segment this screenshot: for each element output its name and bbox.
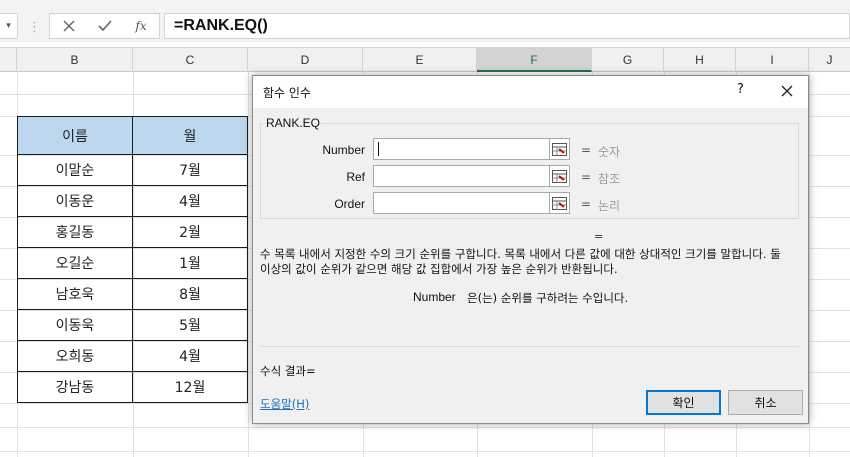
range-select-icon[interactable] (549, 192, 570, 214)
column-header-b[interactable]: B (17, 48, 133, 72)
header-name[interactable]: 이름 (17, 116, 133, 155)
column-header-g[interactable]: G (592, 48, 664, 72)
formula-bar: ▾ ⋮ fx =RANK.EQ() (0, 0, 850, 42)
ref-label: Ref (346, 170, 365, 184)
month-cell[interactable]: 7월 (132, 154, 248, 186)
column-header-f[interactable]: F (477, 48, 592, 72)
function-arguments-dialog: 함수 인수 ? RANK.EQ Number = 숫자 Ref = 참조 Ord… (252, 75, 809, 424)
table-row: 이동욱 5월 (17, 309, 248, 341)
table-row: 남호욱 8월 (17, 278, 248, 310)
month-cell[interactable]: 4월 (132, 340, 248, 372)
column-header-h[interactable]: H (664, 48, 736, 72)
enter-icon[interactable] (90, 14, 120, 38)
argument-description-name: Number (413, 290, 456, 304)
dialog-titlebar[interactable]: 함수 인수 ? (253, 76, 808, 108)
formula-result: 수식 결과= (260, 364, 316, 378)
column-header-e[interactable]: E (363, 48, 477, 72)
formula-input[interactable]: =RANK.EQ() (164, 13, 850, 39)
number-label: Number (322, 143, 365, 157)
month-cell[interactable]: 4월 (132, 185, 248, 217)
column-header-c[interactable]: C (133, 48, 248, 72)
number-input[interactable] (373, 138, 551, 160)
function-name-label: RANK.EQ (265, 116, 322, 130)
number-equals: = (581, 143, 592, 157)
text-caret (378, 142, 379, 156)
close-icon[interactable] (776, 81, 798, 101)
name-cell[interactable]: 남호욱 (17, 278, 133, 310)
month-cell[interactable]: 5월 (132, 309, 248, 341)
cancel-icon[interactable] (54, 14, 84, 38)
column-header-d[interactable]: D (248, 48, 363, 72)
name-cell[interactable]: 오희동 (17, 340, 133, 372)
help-button[interactable]: ? (737, 82, 744, 97)
month-cell[interactable]: 1월 (132, 247, 248, 279)
name-cell[interactable]: 이말순 (17, 154, 133, 186)
name-cell[interactable]: 오길순 (17, 247, 133, 279)
number-hint: 숫자 (598, 145, 621, 159)
formula-bar-buttons: fx (49, 13, 160, 39)
ref-hint: 참조 (598, 172, 621, 186)
order-input[interactable] (373, 192, 551, 214)
name-cell[interactable]: 홍길동 (17, 216, 133, 248)
name-cell[interactable]: 이동운 (17, 185, 133, 217)
order-label: Order (334, 197, 365, 211)
table-header-row: 이름 월 (17, 116, 248, 155)
function-result-equals: = (594, 230, 604, 243)
function-description: 수 목록 내에서 지정한 수의 크기 순위를 구합니다. 목록 내에서 다른 값… (260, 247, 781, 276)
table-row: 강남동 12월 (17, 371, 248, 403)
column-headers: B C D E F G H I J (0, 47, 850, 72)
column-header-a[interactable] (0, 48, 17, 72)
name-cell[interactable]: 이동욱 (17, 309, 133, 341)
ref-input[interactable] (373, 165, 551, 187)
ok-button[interactable]: 확인 (646, 390, 721, 415)
dialog-separator (260, 346, 799, 347)
table-row: 홍길동 2월 (17, 216, 248, 248)
table-row: 이말순 7월 (17, 154, 248, 186)
name-month-table: 이름 월 이말순 7월 이동운 4월 홍길동 2월 오길순 1월 남호욱 8월 … (17, 116, 248, 403)
month-cell[interactable]: 12월 (132, 371, 248, 403)
month-cell[interactable]: 2월 (132, 216, 248, 248)
range-select-icon[interactable] (549, 165, 570, 187)
insert-function-icon[interactable]: fx (126, 14, 156, 38)
ref-equals: = (581, 170, 592, 184)
column-header-i[interactable]: I (736, 48, 809, 72)
table-row: 이동운 4월 (17, 185, 248, 217)
help-link[interactable]: 도움말(H) (260, 396, 309, 412)
name-cell[interactable]: 강남동 (17, 371, 133, 403)
formula-bar-grip: ⋮ (28, 20, 42, 35)
name-box-dropdown[interactable]: ▾ (0, 13, 18, 39)
order-hint: 논리 (598, 199, 621, 213)
range-select-icon[interactable] (549, 138, 570, 160)
table-row: 오길순 1월 (17, 247, 248, 279)
dialog-title: 함수 인수 (263, 86, 311, 100)
table-row: 오희동 4월 (17, 340, 248, 372)
cancel-button[interactable]: 취소 (728, 390, 803, 415)
argument-description: 은(는) 순위를 구하려는 수입니다. (467, 291, 629, 305)
order-equals: = (581, 197, 592, 211)
column-header-j[interactable]: J (809, 48, 850, 72)
header-month[interactable]: 월 (132, 116, 248, 155)
month-cell[interactable]: 8월 (132, 278, 248, 310)
